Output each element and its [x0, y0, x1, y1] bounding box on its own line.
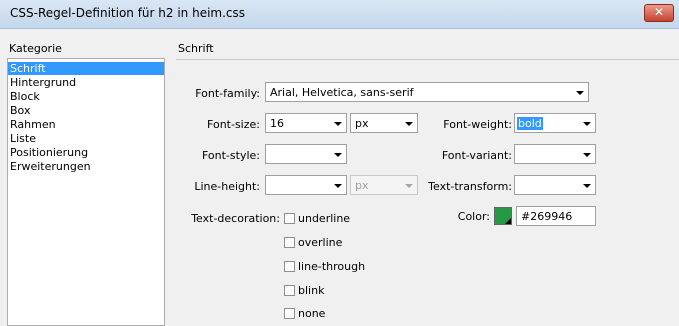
font-size-unit-value: px — [355, 117, 369, 130]
text-decoration-label: Text-decoration: — [191, 212, 280, 225]
font-size-select[interactable]: 16 — [265, 113, 347, 133]
font-style-label: Font-style: — [201, 149, 260, 162]
color-label: Color: — [457, 210, 490, 223]
line-height-unit-select[interactable]: px — [350, 175, 418, 195]
category-list[interactable]: Schrift Hintergrund Block Box Rahmen Lis… — [7, 58, 165, 326]
chevron-down-icon — [334, 122, 342, 126]
none-label: none — [298, 307, 326, 320]
window-title: CSS-Regel-Definition für h2 in heim.css — [10, 6, 246, 20]
line-height-label: Line-height: — [194, 180, 260, 193]
font-family-label: Font-family: — [195, 87, 260, 100]
panel-title: Schrift — [178, 42, 214, 55]
font-family-select[interactable]: Arial, Helvetica, sans-serif — [265, 82, 589, 102]
color-input[interactable]: #269946 — [516, 206, 596, 226]
font-variant-select[interactable] — [514, 144, 596, 164]
font-variant-label: Font-variant: — [441, 149, 512, 162]
color-swatch-button[interactable] — [494, 207, 512, 225]
text-transform-label: Text-transform: — [428, 180, 512, 193]
sidebar-item-erweiterungen[interactable]: Erweiterungen — [8, 160, 164, 173]
chevron-down-icon — [583, 184, 591, 188]
sidebar-item-block[interactable]: Block — [8, 90, 164, 103]
line-through-checkbox[interactable] — [284, 261, 295, 272]
color-picker-icon — [505, 218, 511, 224]
sidebar-item-schrift[interactable]: Schrift — [8, 62, 164, 75]
line-height-select[interactable] — [265, 175, 347, 195]
overline-checkbox[interactable] — [284, 237, 295, 248]
category-header: Kategorie — [9, 42, 62, 55]
font-weight-label: Font-weight: — [443, 118, 512, 131]
chevron-down-icon — [334, 153, 342, 157]
font-family-value: Arial, Helvetica, sans-serif — [270, 86, 414, 99]
color-value: #269946 — [521, 210, 573, 223]
chevron-down-icon — [583, 153, 591, 157]
font-weight-select[interactable]: bold — [514, 113, 596, 133]
chevron-down-icon — [405, 122, 413, 126]
sidebar-item-positionierung[interactable]: Positionierung — [8, 146, 164, 159]
sidebar-item-hintergrund[interactable]: Hintergrund — [8, 76, 164, 89]
close-icon: ✕ — [653, 5, 665, 19]
none-checkbox[interactable] — [284, 308, 295, 319]
font-style-select[interactable] — [265, 144, 347, 164]
chevron-down-icon — [576, 91, 584, 95]
text-transform-select[interactable] — [514, 175, 596, 195]
sidebar-item-rahmen[interactable]: Rahmen — [8, 118, 164, 131]
line-height-unit-value: px — [355, 179, 369, 192]
chevron-down-icon — [583, 122, 591, 126]
font-weight-value: bold — [517, 117, 543, 130]
font-size-value: 16 — [270, 117, 284, 130]
blink-label: blink — [298, 284, 325, 297]
overline-label: overline — [298, 236, 343, 249]
font-size-label: Font-size: — [207, 118, 260, 131]
underline-label: underline — [298, 212, 351, 225]
underline-checkbox[interactable] — [284, 213, 295, 224]
blink-checkbox[interactable] — [284, 285, 295, 296]
font-size-unit-select[interactable]: px — [350, 113, 418, 133]
sidebar-item-box[interactable]: Box — [8, 104, 164, 117]
panel-divider — [176, 59, 679, 60]
line-through-label: line-through — [298, 260, 366, 273]
close-button[interactable]: ✕ — [644, 4, 674, 22]
sidebar-item-liste[interactable]: Liste — [8, 132, 164, 145]
chevron-down-icon — [334, 184, 342, 188]
